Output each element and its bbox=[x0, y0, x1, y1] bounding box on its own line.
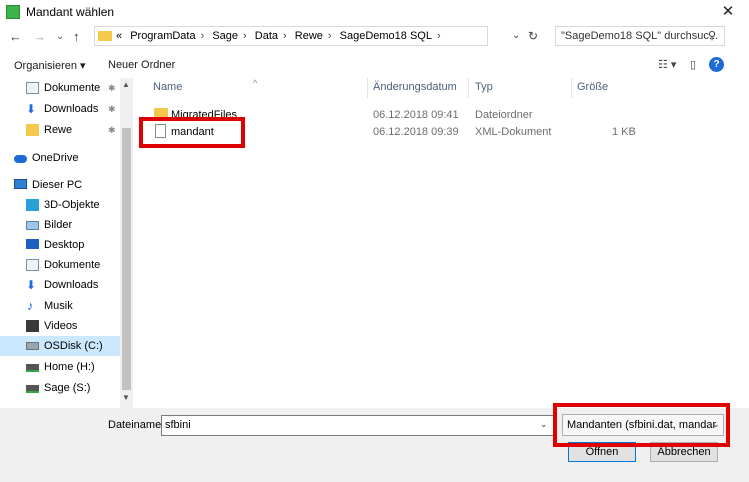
sidebar-item-home[interactable]: Home (H:) bbox=[0, 357, 120, 377]
sidebar-item-sage[interactable]: Sage (S:) bbox=[0, 378, 120, 398]
column-header-type[interactable]: Typ bbox=[475, 81, 493, 93]
sidebar-item-onedrive[interactable]: OneDrive bbox=[0, 148, 120, 168]
pin-icon[interactable]: ✱ bbox=[108, 78, 116, 98]
network-drive-icon bbox=[26, 385, 39, 393]
column-divider[interactable] bbox=[367, 78, 368, 98]
pc-icon bbox=[14, 179, 27, 189]
documents-icon bbox=[26, 82, 39, 94]
chevron-down-icon: ▾ bbox=[80, 60, 86, 72]
highlight-filter bbox=[553, 403, 730, 447]
filename-input[interactable] bbox=[161, 415, 554, 436]
pin-icon[interactable]: ✱ bbox=[108, 99, 116, 119]
sidebar-item-videos[interactable]: Videos bbox=[0, 316, 120, 336]
help-icon[interactable]: ? bbox=[709, 57, 724, 72]
column-divider[interactable] bbox=[468, 78, 469, 98]
sidebar-item-downloads[interactable]: ⬇ Downloads bbox=[0, 275, 120, 295]
app-icon bbox=[6, 5, 20, 19]
sort-ascending-icon: ^ bbox=[253, 78, 258, 88]
file-type: Dateiordner bbox=[475, 109, 533, 121]
column-header-size[interactable]: Größe bbox=[577, 81, 608, 93]
sidebar-item-desktop[interactable]: Desktop bbox=[0, 235, 120, 255]
pin-icon[interactable]: ✱ bbox=[108, 120, 116, 140]
3d-objects-icon bbox=[26, 199, 39, 211]
file-size: 1 KB bbox=[612, 126, 636, 138]
folder-icon bbox=[26, 124, 39, 136]
navigation-pane: Dokumente ✱ ⬇ Downloads ✱ Rewe ✱ OneDriv… bbox=[0, 78, 133, 408]
refresh-icon[interactable]: ↻ bbox=[528, 29, 538, 43]
breadcrumb-sagedemo18-sql[interactable]: SageDemo18 SQL bbox=[340, 30, 432, 42]
breadcrumb-separator: › bbox=[243, 30, 247, 42]
sidebar-item-bilder[interactable]: Bilder bbox=[0, 215, 120, 235]
breadcrumb: « ProgramData › Sage › Data › Rewe › SageDem… bbox=[116, 30, 446, 42]
breadcrumb-separator: › bbox=[327, 30, 332, 42]
documents-icon bbox=[26, 259, 39, 271]
up-arrow-icon[interactable]: ↑ bbox=[73, 28, 80, 46]
downloads-icon: ⬇ bbox=[26, 278, 37, 292]
sidebar-item-downloads-quick[interactable]: ⬇ Downloads ✱ bbox=[0, 99, 120, 119]
address-dropdown-icon[interactable]: ⌄ bbox=[512, 30, 520, 41]
pictures-icon bbox=[26, 221, 39, 230]
breadcrumb-separator: › bbox=[200, 30, 205, 42]
breadcrumb-data[interactable]: Data bbox=[255, 30, 278, 42]
view-options-icon[interactable]: ☷ ▾ bbox=[658, 58, 676, 71]
sidebar-item-rewe[interactable]: Rewe ✱ bbox=[0, 120, 120, 140]
breadcrumb-sage[interactable]: Sage bbox=[212, 30, 238, 42]
file-type: XML-Dokument bbox=[475, 126, 552, 138]
desktop-icon bbox=[26, 239, 39, 249]
drive-icon bbox=[26, 342, 39, 350]
filename-value: sfbini bbox=[165, 419, 191, 431]
address-folder-icon bbox=[98, 31, 112, 41]
file-date: 06.12.2018 09:39 bbox=[373, 126, 459, 138]
filename-dropdown-icon[interactable]: ⌄ bbox=[540, 419, 548, 430]
search-icon[interactable]: ⚲ bbox=[708, 29, 716, 42]
new-folder-button[interactable]: Neuer Ordner bbox=[108, 59, 175, 71]
back-arrow-icon[interactable]: ← bbox=[9, 28, 22, 46]
sidebar-item-dokumente[interactable]: Dokumente bbox=[0, 255, 120, 275]
column-header-date[interactable]: Änderungsdatum bbox=[373, 81, 457, 93]
sidebar-item-3d-objekte[interactable]: 3D-Objekte bbox=[0, 195, 120, 215]
window-title: Mandant wählen bbox=[26, 5, 115, 19]
close-button[interactable]: ✕ bbox=[718, 2, 738, 22]
sidebar-item-musik[interactable]: ♪ Musik bbox=[0, 296, 120, 316]
breadcrumb-separator: › bbox=[436, 30, 441, 42]
breadcrumb-rewe[interactable]: Rewe bbox=[295, 30, 323, 42]
breadcrumb-programdata[interactable]: ProgramData bbox=[130, 30, 195, 42]
search-placeholder: "SageDemo18 SQL" durchsuc... bbox=[561, 30, 719, 42]
forward-arrow-icon[interactable]: → bbox=[33, 28, 46, 46]
music-icon: ♪ bbox=[27, 298, 34, 313]
onedrive-icon bbox=[14, 155, 27, 163]
sidebar-item-dieser-pc[interactable]: Dieser PC bbox=[0, 175, 120, 195]
sidebar-item-dokumente-quick[interactable]: Dokumente ✱ bbox=[0, 78, 120, 98]
downloads-icon: ⬇ bbox=[26, 102, 37, 116]
filename-label: Dateiname: bbox=[108, 419, 165, 431]
recent-locations-icon[interactable]: ⌄ bbox=[56, 28, 64, 46]
organize-label: Organisieren bbox=[14, 60, 77, 72]
videos-icon bbox=[26, 320, 39, 332]
breadcrumb-overflow[interactable]: « bbox=[116, 30, 122, 42]
scroll-down-icon[interactable]: ▼ bbox=[122, 393, 130, 402]
scroll-up-icon[interactable]: ▲ bbox=[122, 80, 130, 89]
breadcrumb-separator: › bbox=[283, 30, 287, 42]
column-header-name[interactable]: Name bbox=[153, 81, 182, 93]
highlight-mandant bbox=[139, 117, 245, 148]
preview-pane-icon[interactable]: ▯ bbox=[690, 58, 696, 71]
network-drive-icon bbox=[26, 364, 39, 372]
scrollbar-thumb[interactable] bbox=[122, 128, 131, 390]
organize-button[interactable]: Organisieren ▾ bbox=[14, 59, 86, 72]
column-divider[interactable] bbox=[571, 78, 572, 98]
sidebar-item-osdisk[interactable]: OSDisk (C:) bbox=[0, 336, 120, 356]
file-date: 06.12.2018 09:41 bbox=[373, 109, 459, 121]
